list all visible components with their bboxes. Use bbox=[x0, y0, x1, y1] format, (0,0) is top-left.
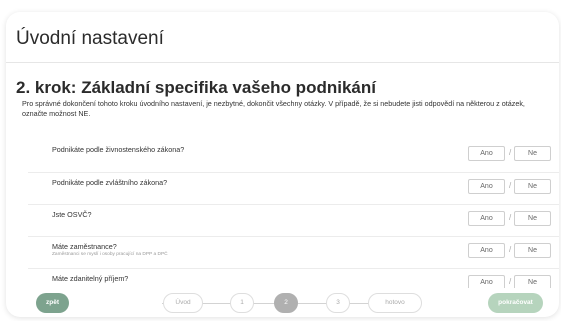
stepper-step-2[interactable]: 2 bbox=[274, 293, 298, 313]
answer-yes-button[interactable]: Ano bbox=[468, 179, 505, 194]
stepper-step-intro[interactable]: Úvod bbox=[163, 293, 203, 313]
question-row: Podnikáte podle zvláštního zákona? Ano /… bbox=[28, 172, 559, 204]
wizard-footer: zpět Úvod 1 2 3 hotovo pokračovat bbox=[6, 290, 559, 317]
question-text: Podnikáte podle zvláštního zákona? bbox=[52, 178, 168, 187]
answer-no-button[interactable]: Ne bbox=[514, 275, 551, 288]
answer-no-button[interactable]: Ne bbox=[514, 211, 551, 226]
question-row: Máte zdanitelný příjem? Ano / Ne bbox=[28, 268, 559, 288]
answer-yes-button[interactable]: Ano bbox=[468, 211, 505, 226]
answer-yes-button[interactable]: Ano bbox=[468, 243, 505, 258]
question-text: Podnikáte podle živnostenského zákona? bbox=[52, 145, 185, 154]
question-list[interactable]: Podnikáte podle živnostenského zákona? A… bbox=[28, 140, 559, 288]
answer-separator: / bbox=[509, 213, 512, 222]
stepper-step-1[interactable]: 1 bbox=[230, 293, 254, 313]
answer-no-button[interactable]: Ne bbox=[514, 243, 551, 258]
title-divider bbox=[6, 62, 559, 63]
question-text: Máte zdanitelný příjem? bbox=[52, 274, 129, 283]
answer-separator: / bbox=[509, 148, 512, 157]
continue-button[interactable]: pokračovat bbox=[488, 293, 543, 313]
answer-yes-button[interactable]: Ano bbox=[468, 275, 505, 288]
setup-card: Úvodní nastavení 2. krok: Základní speci… bbox=[6, 12, 559, 317]
page-title: Úvodní nastavení bbox=[16, 28, 164, 49]
back-button[interactable]: zpět bbox=[36, 293, 69, 313]
stepper-step-done[interactable]: hotovo bbox=[368, 293, 422, 313]
answer-separator: / bbox=[509, 277, 512, 286]
question-row: Jste OSVČ? Ano / Ne bbox=[28, 204, 559, 236]
question-row: Máte zaměstnance? Zaměstnanci se myslí i… bbox=[28, 236, 559, 268]
answer-separator: / bbox=[509, 181, 512, 190]
answer-yes-button[interactable]: Ano bbox=[468, 146, 505, 161]
answer-no-button[interactable]: Ne bbox=[514, 146, 551, 161]
question-row: Podnikáte podle živnostenského zákona? A… bbox=[28, 140, 559, 172]
question-text: Máte zaměstnance? bbox=[52, 242, 117, 251]
step-intro: Pro správné dokončení tohoto kroku úvodn… bbox=[22, 99, 525, 118]
answer-no-button[interactable]: Ne bbox=[514, 179, 551, 194]
stepper-step-3[interactable]: 3 bbox=[326, 293, 350, 313]
question-text: Jste OSVČ? bbox=[52, 210, 92, 219]
question-note: Zaměstnanci se myslí i osoby pracující n… bbox=[52, 252, 168, 257]
step-heading: 2. krok: Základní specifika vašeho podni… bbox=[16, 78, 376, 97]
answer-separator: / bbox=[509, 245, 512, 254]
